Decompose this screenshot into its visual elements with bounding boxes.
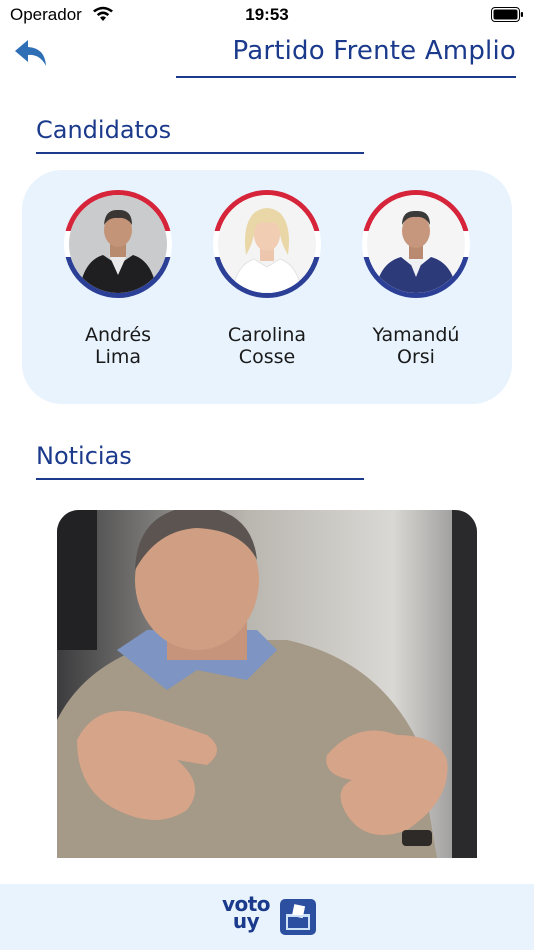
- candidates-card: Andrés Lima Carolina Cosse Yamandú Orsi: [22, 170, 512, 404]
- candidate-name: Carolina Cosse: [227, 324, 307, 368]
- avatar-ring: [213, 190, 321, 298]
- battery-icon: [491, 7, 523, 22]
- news-heading-underline: [36, 478, 364, 480]
- candidate-card-carolina-cosse[interactable]: Carolina Cosse: [197, 190, 337, 368]
- candidate-name: Yamandú Orsi: [372, 324, 460, 368]
- back-arrow-icon: [15, 40, 46, 66]
- votouy-logo[interactable]: voto uy: [216, 892, 320, 936]
- avatar-ring: [362, 190, 470, 298]
- candidate-card-yamandu-orsi[interactable]: Yamandú Orsi: [346, 190, 486, 368]
- ballot-box-icon: [280, 899, 316, 935]
- news-heading: Noticias: [36, 442, 132, 470]
- candidate-photo: [69, 195, 167, 293]
- candidates-heading: Candidatos: [36, 116, 172, 144]
- candidate-photo: [218, 195, 316, 293]
- candidate-card-andres-lima[interactable]: Andrés Lima: [48, 190, 188, 368]
- candidate-name: Andrés Lima: [84, 324, 152, 368]
- avatar-ring: [64, 190, 172, 298]
- candidate-photo: [367, 195, 465, 293]
- page-title: Partido Frente Amplio: [232, 36, 516, 66]
- status-time: 19:53: [245, 5, 289, 24]
- candidates-heading-underline: [36, 152, 364, 154]
- status-bar: Operador 19:53: [0, 0, 534, 30]
- logo-wordmark: voto uy: [221, 892, 271, 933]
- bottom-bar: voto uy: [0, 884, 534, 950]
- title-underline: [176, 76, 516, 78]
- news-article-image[interactable]: [57, 510, 477, 858]
- back-button[interactable]: [12, 36, 52, 72]
